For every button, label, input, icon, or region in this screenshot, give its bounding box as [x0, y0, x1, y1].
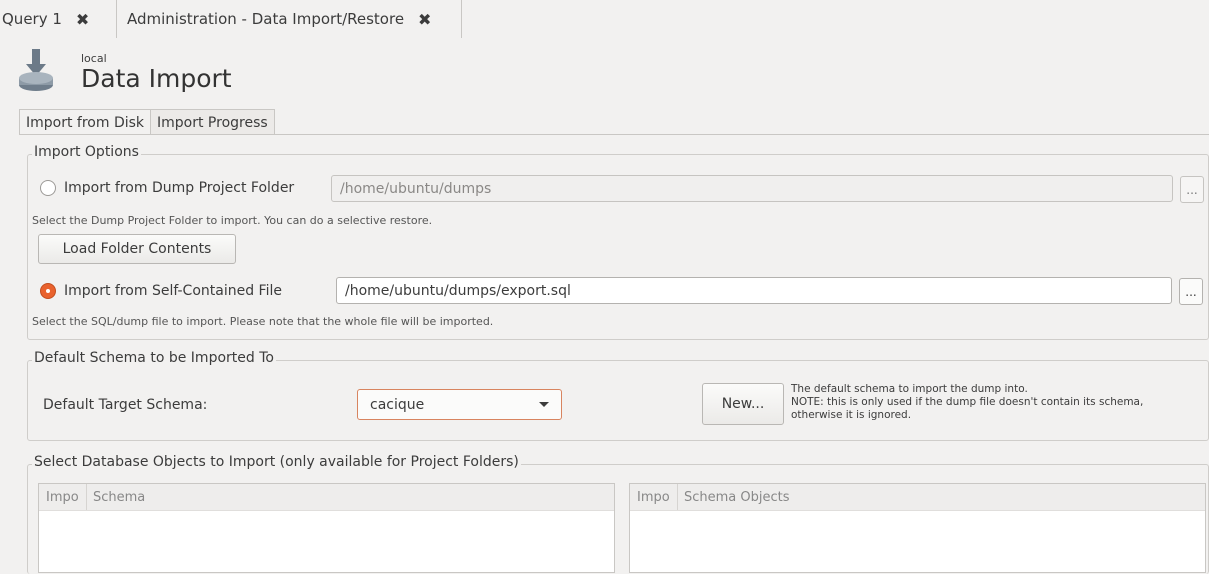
database-objects-legend: Select Database Objects to Import (only …	[32, 454, 521, 470]
tab-data-import-restore[interactable]: Administration - Data Import/Restore ✖	[116, 0, 462, 38]
default-schema-note: The default schema to import the dump in…	[791, 383, 1209, 422]
tab-label: Query 1	[2, 10, 62, 28]
document-tab-bar: Query 1 ✖ Administration - Data Import/R…	[0, 0, 1209, 38]
column-header-import[interactable]: Impo	[630, 484, 678, 510]
new-schema-button[interactable]: New...	[702, 383, 784, 425]
radio-import-self-contained-file[interactable]: Import from Self-Contained File	[40, 283, 282, 299]
column-header-schema-objects[interactable]: Schema Objects	[678, 490, 790, 505]
load-folder-contents-button[interactable]: Load Folder Contents	[38, 234, 236, 264]
tab-query-1[interactable]: Query 1 ✖	[0, 0, 116, 38]
default-target-schema-select[interactable]: cacique	[357, 389, 562, 420]
self-contained-file-path-field[interactable]: /home/ubuntu/dumps/export.sql	[336, 277, 1172, 304]
note-line: otherwise it is ignored.	[791, 409, 912, 421]
schema-objects-tree[interactable]: Impo Schema Objects	[629, 483, 1206, 573]
dump-folder-hint: Select the Dump Project Folder to import…	[32, 214, 433, 227]
tab-label: Administration - Data Import/Restore	[127, 10, 405, 28]
column-header-import[interactable]: Impo	[39, 484, 87, 510]
browse-file-button[interactable]: ...	[1179, 278, 1203, 305]
close-icon[interactable]: ✖	[76, 10, 89, 29]
browse-folder-button[interactable]: ...	[1180, 176, 1204, 203]
schema-tree-header: Impo Schema	[39, 484, 614, 511]
self-contained-file-hint: Select the SQL/dump file to import. Plea…	[32, 315, 494, 328]
default-schema-legend: Default Schema to be Imported To	[32, 350, 276, 366]
radio-label: Import from Self-Contained File	[64, 283, 282, 299]
note-line: NOTE: this is only used if the dump file…	[791, 396, 1144, 408]
note-line: The default schema to import the dump in…	[791, 383, 1028, 395]
radio-import-dump-folder[interactable]: Import from Dump Project Folder	[40, 180, 294, 196]
page-title: Data Import	[81, 64, 232, 93]
default-target-schema-label: Default Target Schema:	[43, 397, 208, 413]
dropdown-arrow-icon	[539, 402, 549, 407]
tab-import-from-disk[interactable]: Import from Disk	[19, 109, 152, 135]
dump-folder-path-field[interactable]: /home/ubuntu/dumps	[331, 175, 1173, 202]
download-disk-icon	[19, 49, 53, 91]
radio-button-checked[interactable]	[40, 283, 56, 299]
selected-schema: cacique	[370, 396, 425, 413]
column-header-schema[interactable]: Schema	[87, 490, 145, 505]
schema-objects-tree-header: Impo Schema Objects	[630, 484, 1205, 511]
tab-import-progress[interactable]: Import Progress	[151, 109, 275, 135]
schema-tree[interactable]: Impo Schema	[38, 483, 615, 573]
close-icon[interactable]: ✖	[418, 10, 431, 29]
radio-button[interactable]	[40, 180, 56, 196]
import-options-legend: Import Options	[32, 144, 141, 160]
radio-label: Import from Dump Project Folder	[64, 180, 295, 196]
import-subtabs: Import from Disk Import Progress	[19, 109, 275, 135]
tab-content-border	[19, 134, 1209, 135]
